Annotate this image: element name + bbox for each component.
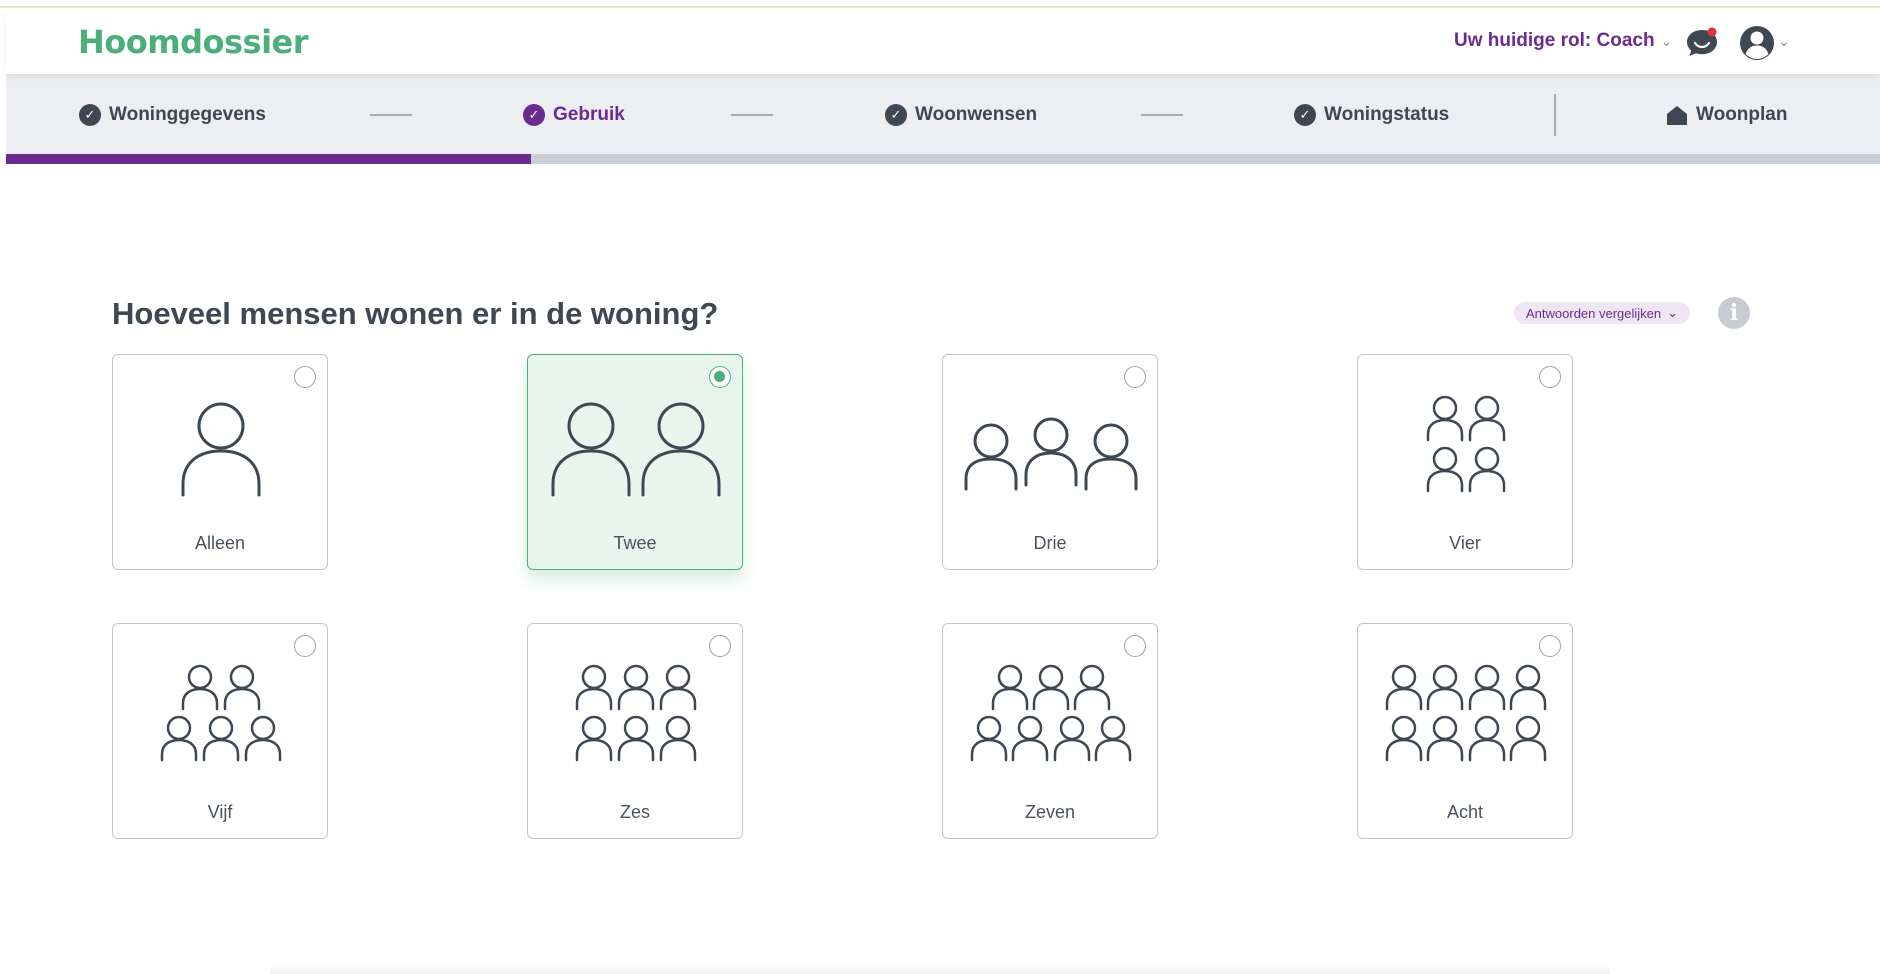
radio-button[interactable] [709,635,731,657]
option-card-vijf[interactable]: Vijf [112,623,328,839]
option-label: Acht [1446,802,1484,822]
three-people-icon [964,417,1138,491]
radio-button[interactable] [1124,635,1146,657]
step-woonwensen[interactable]: ✓ Woonwensen [885,104,1037,126]
step-woningstatus[interactable]: ✓ Woningstatus [1294,104,1449,126]
option-label: Drie [1033,533,1067,553]
option-label: Vier [1449,533,1481,553]
step-woonplan[interactable]: Woonplan [1666,104,1787,126]
step-label: Woonwensen [915,104,1038,125]
option-label: Zeven [1024,802,1076,822]
step-gebruik[interactable]: ✓ Gebruik [523,104,625,126]
option-label: Alleen [194,533,246,553]
option-card-drie[interactable]: Drie [942,354,1158,570]
option-label: Vijf [207,802,233,822]
two-people-icon [551,402,721,497]
step-navigation: ✓ Woninggegevens ✓ Gebruik ✓ Woonwensen … [6,74,1880,154]
step-divider [731,114,773,116]
role-label: Uw huidige rol: Coach [1454,30,1655,51]
six-people-icon [575,664,697,762]
check-icon: ✓ [523,104,545,126]
radio-button[interactable] [709,366,731,388]
step-label: Gebruik [553,104,625,125]
step-label: Woningstatus [1324,104,1450,125]
option-card-zes[interactable]: Zes [527,623,743,839]
option-label: Twee [613,533,657,553]
check-icon: ✓ [885,104,907,126]
user-avatar-icon[interactable] [1738,24,1776,62]
app-header: Hoomdossier Uw huidige rol: Coach ⌄ ⌄ [6,8,1880,74]
five-people-icon [160,664,282,762]
four-people-icon [1426,395,1506,493]
compare-label: Antwoorden vergelijken [1526,305,1662,321]
one-person-icon [181,402,261,497]
role-selector[interactable]: Uw huidige rol: Coach ⌄ [1454,30,1672,52]
compare-answers-button[interactable]: Antwoorden vergelijken ⌄ [1514,302,1691,324]
logo[interactable]: Hoomdossier [78,23,309,61]
chat-notification-icon[interactable] [1684,25,1720,61]
step-separator [1554,94,1556,136]
seven-people-icon [970,664,1132,762]
radio-button[interactable] [1539,366,1561,388]
check-icon: ✓ [1294,104,1316,126]
footer-shadow [270,964,1610,974]
question-title: Hoeveel mensen wonen er in de woning? [112,296,719,331]
option-label: Zes [619,802,650,822]
chevron-down-icon[interactable]: ⌄ [1778,33,1790,50]
step-divider [370,114,412,116]
option-card-acht[interactable]: Acht [1357,623,1573,839]
option-card-vier[interactable]: Vier [1357,354,1573,570]
option-card-alleen[interactable]: Alleen [112,354,328,570]
chevron-down-icon: ⌄ [1667,305,1679,320]
step-woninggegevens[interactable]: ✓ Woninggegevens [79,104,266,126]
option-card-zeven[interactable]: Zeven [942,623,1158,839]
radio-button[interactable] [294,366,316,388]
home-icon [1667,106,1687,125]
progress-bar [6,154,1880,164]
radio-button[interactable] [1539,635,1561,657]
step-label: Woninggegevens [109,104,266,125]
progress-fill [6,154,531,164]
step-label: Woonplan [1696,104,1788,125]
eight-people-icon [1385,664,1547,762]
option-card-twee[interactable]: Twee [527,354,743,570]
radio-button[interactable] [294,635,316,657]
step-divider [1141,114,1183,116]
info-icon[interactable]: i [1718,297,1750,329]
radio-button[interactable] [1124,366,1146,388]
chevron-down-icon: ⌄ [1660,32,1673,49]
check-icon: ✓ [79,104,101,126]
